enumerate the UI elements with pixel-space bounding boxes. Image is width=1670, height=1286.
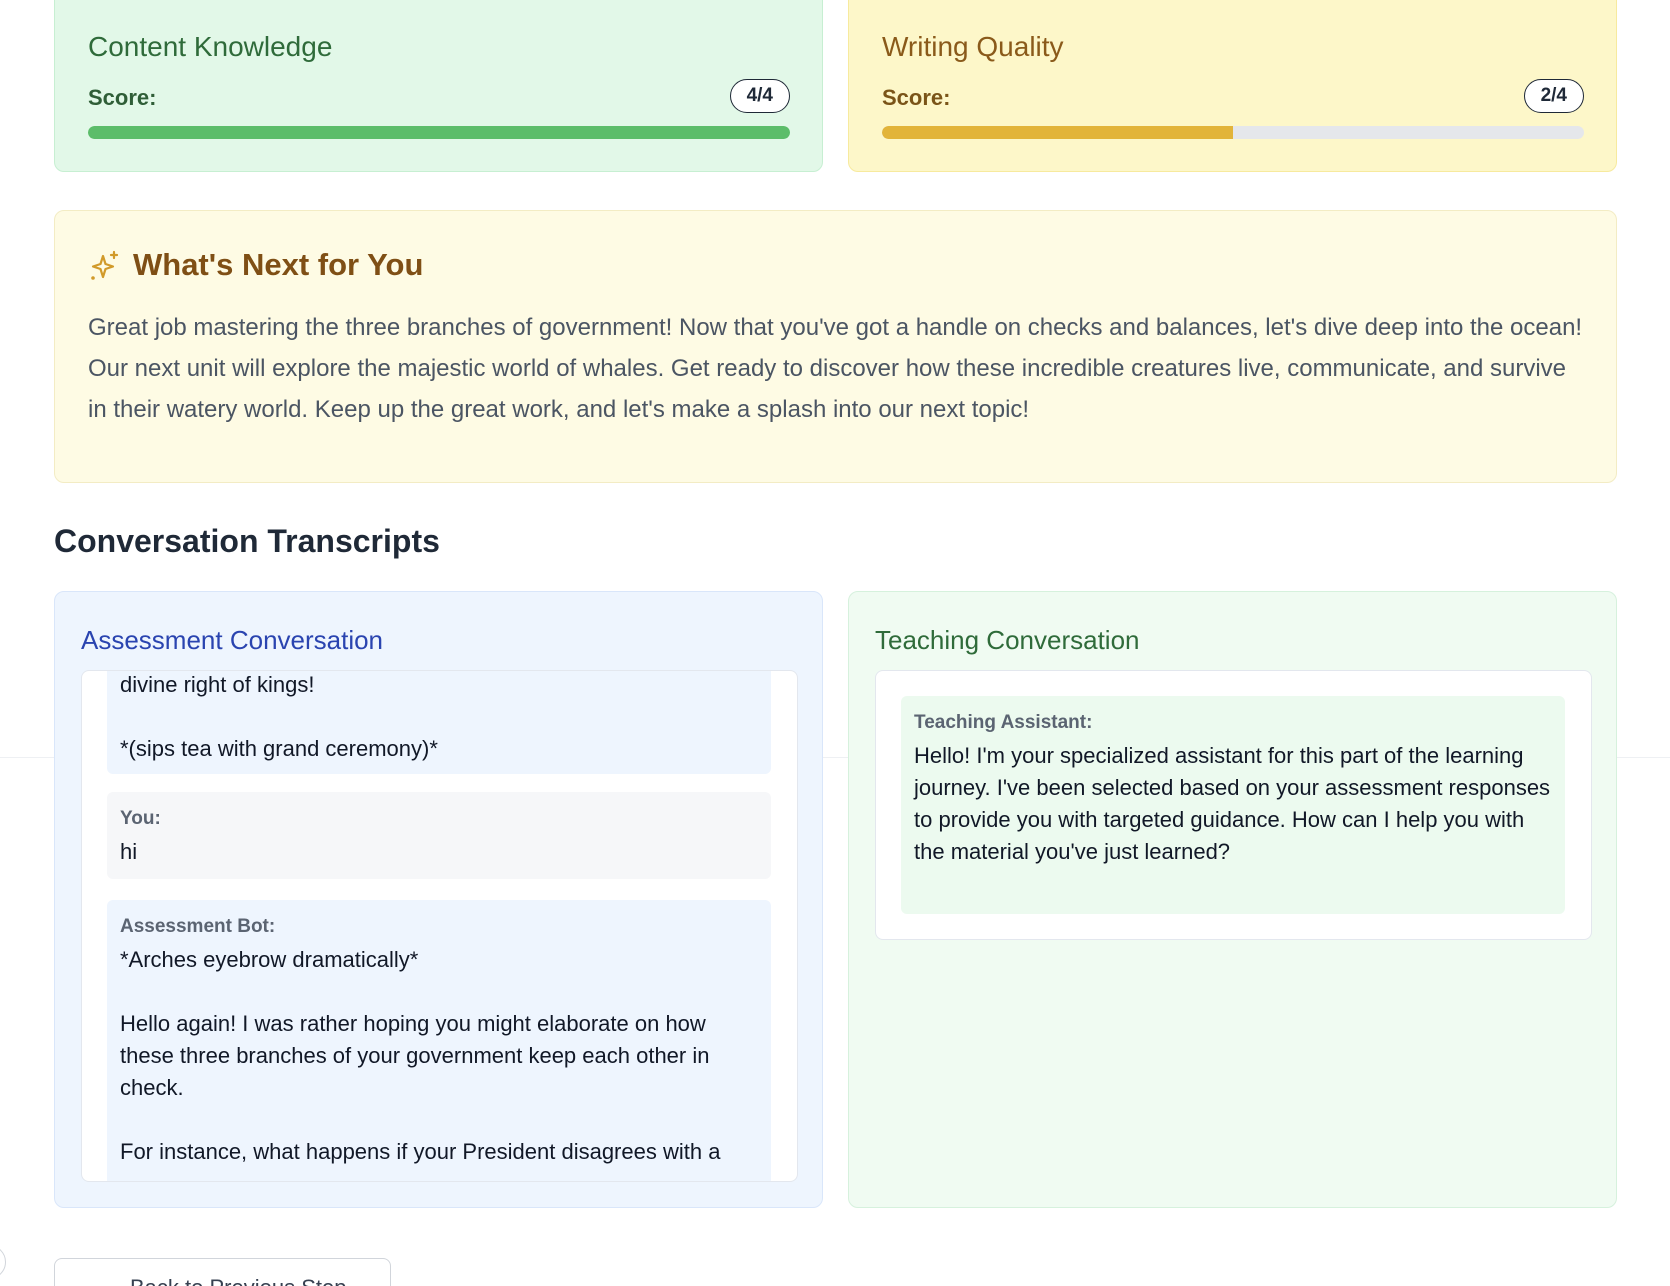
message-author: Assessment Bot: [120,916,276,937]
assessment-message: Assessment Bot: *Arches eyebrow dramatic… [107,900,771,1181]
arrow-left-icon: ← [83,1275,105,1286]
score-progress-bar [88,126,790,139]
assessment-message: divine right of kings! *(sips tea with g… [107,671,771,774]
score-card-title: Content Knowledge [88,31,333,62]
assessment-conversation-title: Assessment Conversation [81,625,384,655]
assistant-message: Teaching Assistant: Hello! I'm your spec… [901,696,1565,914]
sparkles-icon [91,250,119,280]
content-knowledge-card: Content Knowledge Score: 4/4 [54,0,823,172]
score-progress-bar [882,126,1584,139]
score-card-title: Writing Quality [882,31,1064,62]
message-text: *Arches eyebrow dramatically* Hello agai… [120,947,721,1164]
message-text: Hello! I'm your specialized assistant fo… [914,743,1551,864]
side-toggle-button[interactable] [0,1245,6,1279]
back-button[interactable]: ← Back to Previous Step [54,1258,391,1286]
message-author: You: [120,808,161,829]
teaching-conversation-panel: Teaching Conversation Teaching Assistant… [848,591,1617,1208]
score-label: Score: [88,85,157,110]
message-text: divine right of kings! *(sips tea with g… [120,672,438,761]
score-progress-fill [88,126,790,139]
score-badge: 4/4 [729,79,790,113]
message-author: Teaching Assistant: [914,712,1093,733]
message-text: hi [120,839,138,864]
assessment-conversation-panel: Assessment Conversation divine right of … [54,591,823,1208]
whats-next-card: What's Next for You Great job mastering … [54,210,1617,483]
score-cards: Content Knowledge Score: 4/4 Writing Qua… [54,0,1617,172]
whats-next-body: Great job mastering the three branches o… [88,314,1583,423]
score-badge: 2/4 [1523,79,1584,113]
score-label: Score: [882,85,951,110]
score-progress-fill [882,126,1233,139]
whats-next-title: What's Next for You [133,247,424,282]
assessment-transcript-scroll[interactable]: divine right of kings! *(sips tea with g… [81,670,798,1182]
teaching-conversation-title: Teaching Conversation [875,625,1140,655]
teaching-transcript-scroll[interactable]: Teaching Assistant: Hello! I'm your spec… [875,670,1592,940]
transcripts-heading: Conversation Transcripts [54,523,440,559]
user-message: You: hi [107,792,771,879]
writing-quality-card: Writing Quality Score: 2/4 [848,0,1617,172]
back-button-label: Back to Previous Step [130,1275,346,1286]
